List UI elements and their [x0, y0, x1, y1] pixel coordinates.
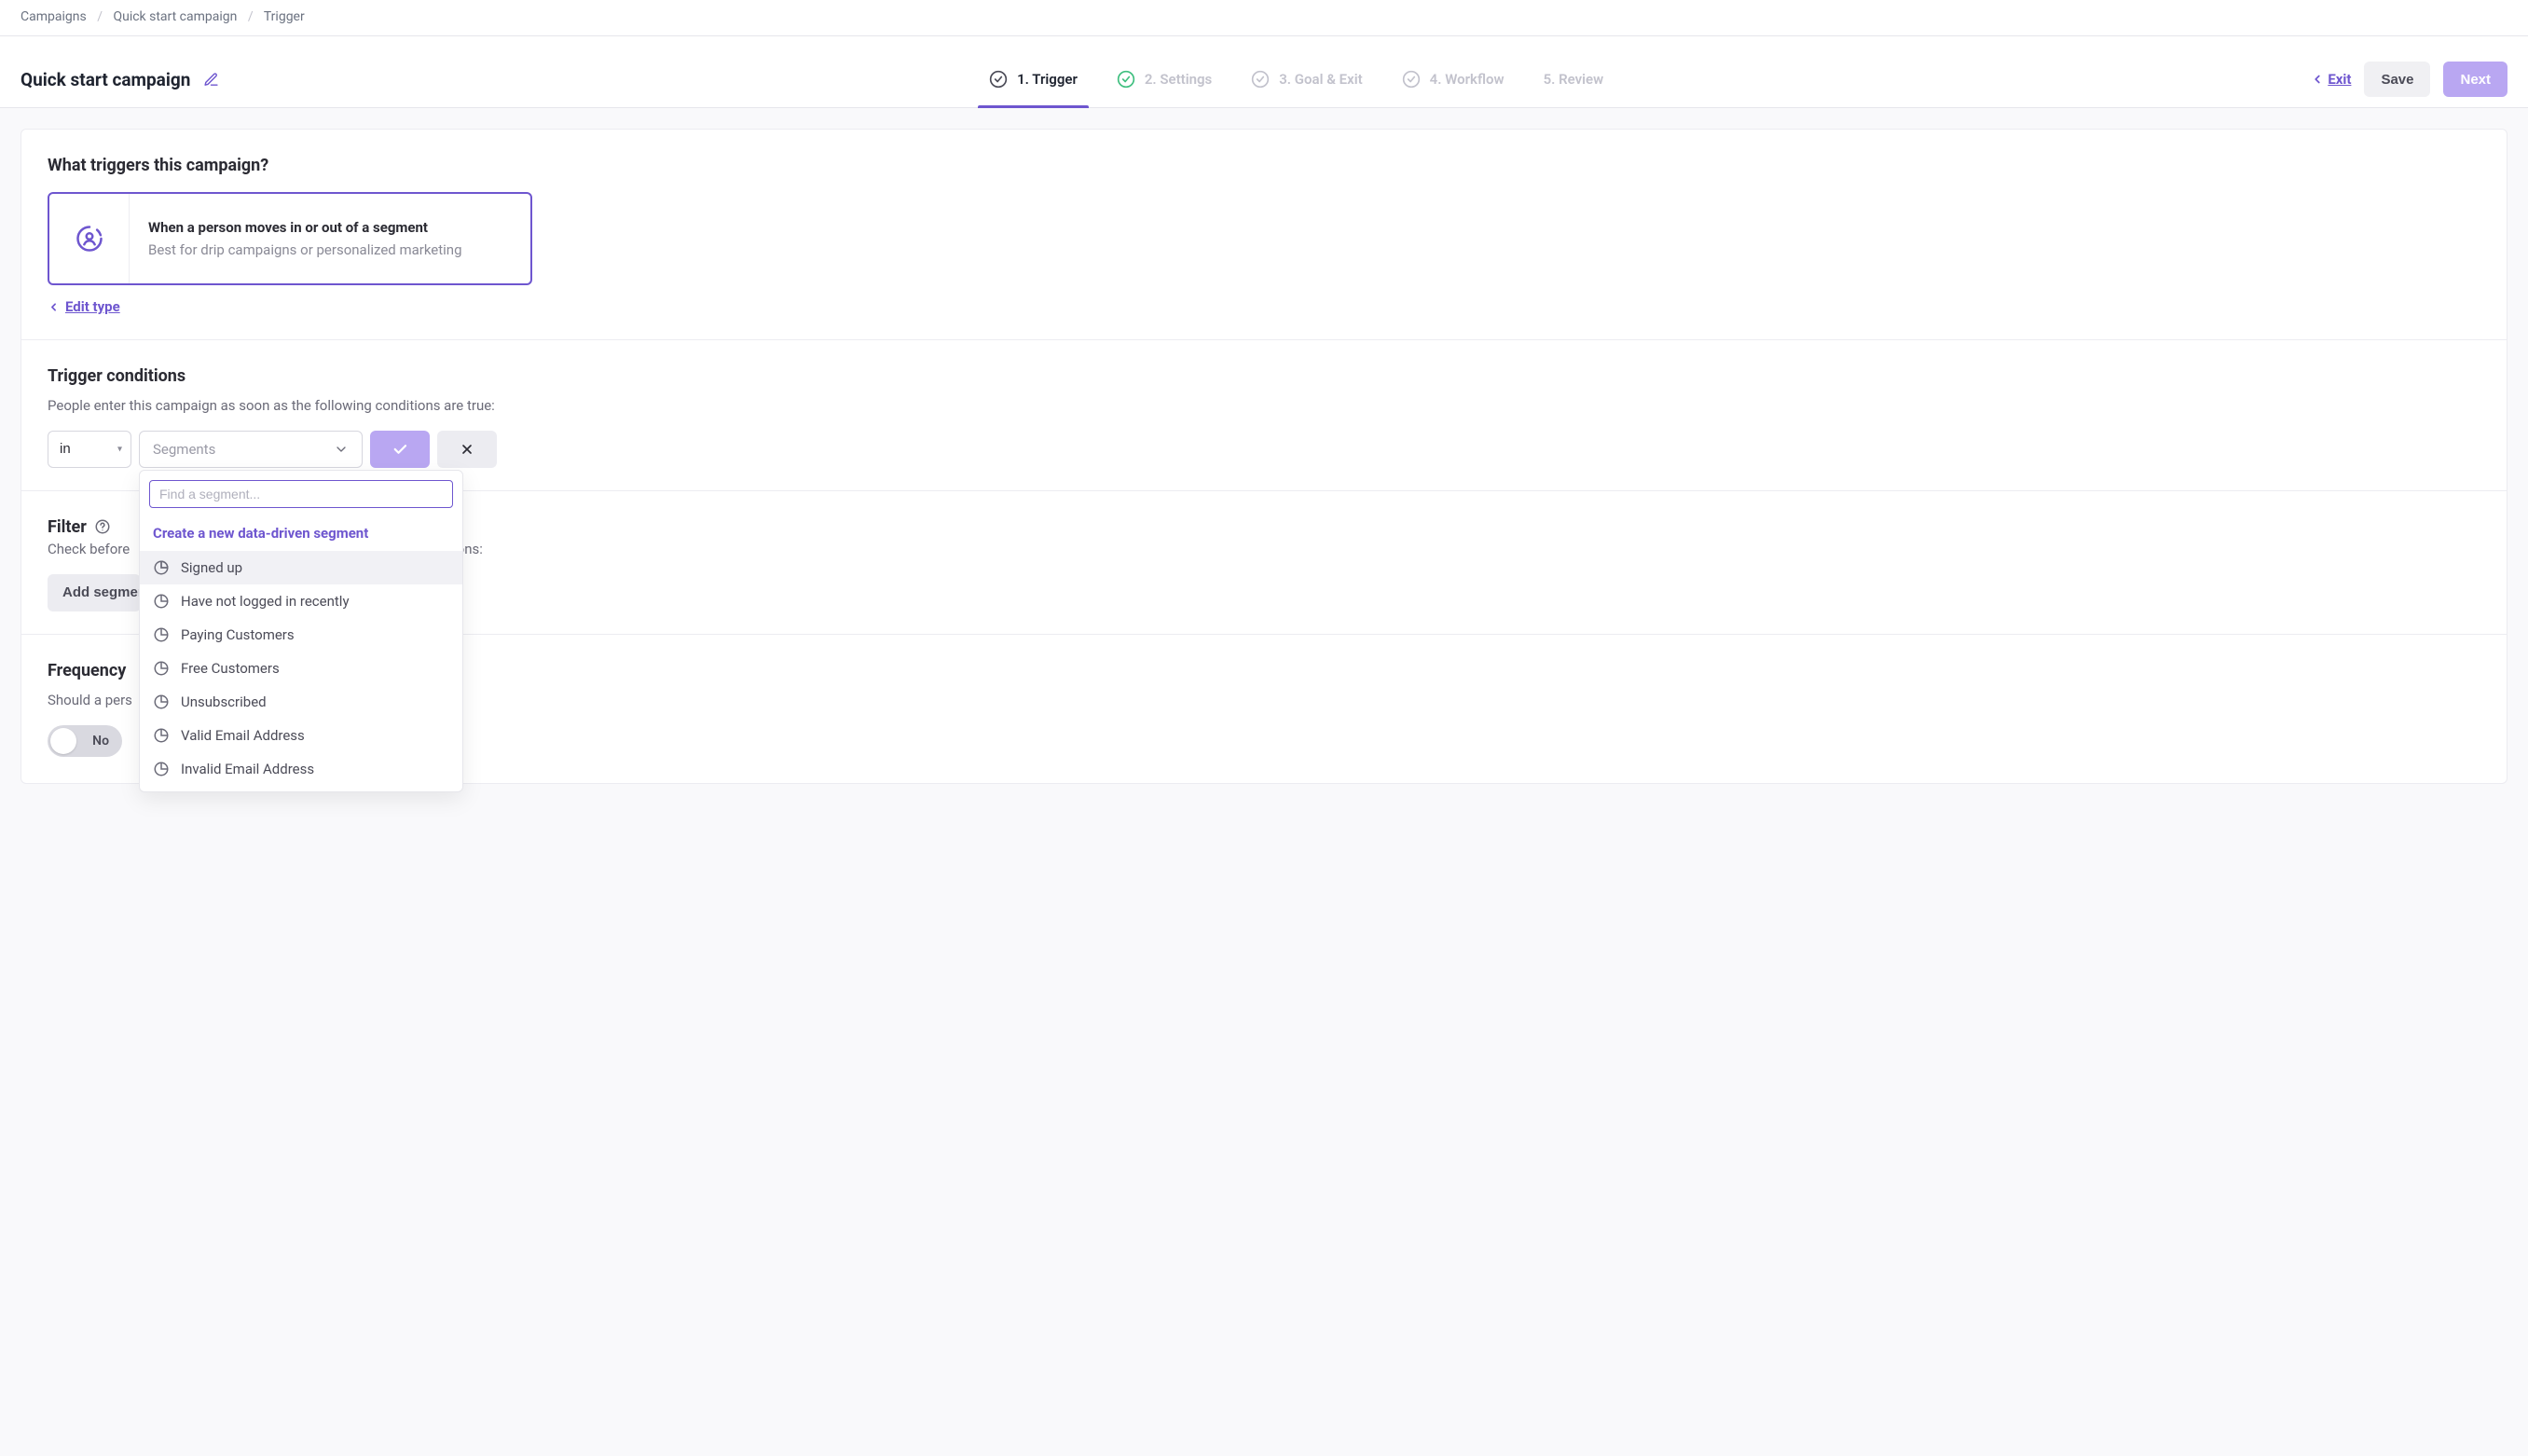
- check-circle-icon: [1251, 70, 1270, 89]
- segment-label: Valid Email Address: [181, 727, 305, 744]
- segment-option[interactable]: Have not logged in recently: [140, 584, 462, 618]
- segment-option[interactable]: Invalid Email Address: [140, 752, 462, 786]
- segments-popover: Create a new data-driven segment Signed …: [139, 470, 463, 792]
- section-title: What triggers this campaign?: [48, 156, 2480, 175]
- trigger-card-title: When a person moves in or out of a segme…: [148, 219, 462, 236]
- segment-label: Unsubscribed: [181, 694, 267, 710]
- stepper: 1. Trigger 2. Settings 3. Goal & Exit 4.…: [282, 51, 2311, 107]
- breadcrumb-separator: /: [97, 9, 103, 24]
- segment-icon: [153, 761, 170, 777]
- cancel-condition-button[interactable]: [437, 431, 497, 468]
- toggle-label: No: [92, 734, 109, 749]
- step-label: 4. Workflow: [1430, 71, 1504, 88]
- segment-option[interactable]: Unsubscribed: [140, 685, 462, 719]
- breadcrumb-separator: /: [248, 9, 254, 24]
- breadcrumb-item[interactable]: Quick start campaign: [113, 9, 237, 24]
- trigger-conditions-section: Trigger conditions People enter this cam…: [21, 340, 2507, 491]
- segment-label: Paying Customers: [181, 626, 295, 643]
- close-icon: [460, 442, 474, 457]
- step-review[interactable]: 5. Review: [1544, 51, 1604, 107]
- in-out-select[interactable]: in: [48, 431, 131, 468]
- segment-icon: [153, 727, 170, 744]
- trigger-card-subtitle: Best for drip campaigns or personalized …: [148, 241, 462, 258]
- step-label: 2. Settings: [1145, 71, 1212, 88]
- step-workflow[interactable]: 4. Workflow: [1402, 51, 1504, 107]
- edit-title-icon[interactable]: [203, 72, 219, 88]
- section-title: Filter: [48, 517, 87, 537]
- add-segment-condition-button[interactable]: Add segment condition: [48, 574, 141, 611]
- next-button[interactable]: Next: [2443, 62, 2507, 97]
- segment-icon: [153, 559, 170, 576]
- toggle-knob: [50, 728, 76, 754]
- segment-icon: [153, 593, 170, 610]
- check-circle-icon: [1402, 70, 1421, 89]
- step-label: 1. Trigger: [1017, 71, 1078, 88]
- chevron-down-icon: [334, 442, 349, 457]
- save-button[interactable]: Save: [2364, 62, 2430, 97]
- segment-option[interactable]: Valid Email Address: [140, 719, 462, 752]
- segment-icon: [153, 660, 170, 677]
- segment-label: Invalid Email Address: [181, 761, 314, 777]
- help-icon[interactable]: [94, 518, 111, 535]
- segment-search-input[interactable]: [149, 480, 453, 508]
- segment-icon: [153, 626, 170, 643]
- page-header: Quick start campaign 1. Trigger 2. Setti…: [0, 36, 2528, 108]
- edit-type-link[interactable]: Edit type: [48, 298, 120, 315]
- person-segment-icon: [76, 225, 103, 253]
- segment-icon: [153, 694, 170, 710]
- create-segment-link[interactable]: Create a new data-driven segment: [140, 515, 462, 551]
- trigger-type-card[interactable]: When a person moves in or out of a segme…: [48, 192, 532, 285]
- step-goal-exit[interactable]: 3. Goal & Exit: [1251, 51, 1362, 107]
- confirm-condition-button[interactable]: [370, 431, 430, 468]
- step-settings[interactable]: 2. Settings: [1117, 51, 1212, 107]
- segments-dropdown[interactable]: Segments: [139, 431, 363, 468]
- segment-label: Free Customers: [181, 660, 280, 677]
- breadcrumb-item[interactable]: Campaigns: [21, 9, 87, 24]
- segment-label: Signed up: [181, 559, 242, 576]
- section-title: Trigger conditions: [48, 366, 2480, 386]
- segment-option[interactable]: Signed up: [140, 551, 462, 584]
- campaign-title: Quick start campaign: [21, 69, 190, 90]
- segment-option[interactable]: Free Customers: [140, 652, 462, 685]
- segment-label: Have not logged in recently: [181, 593, 350, 610]
- step-trigger[interactable]: 1. Trigger: [989, 51, 1078, 107]
- chevron-left-icon: [2311, 73, 2324, 86]
- check-circle-icon: [1117, 70, 1135, 89]
- check-circle-icon: [989, 70, 1008, 89]
- step-label: 3. Goal & Exit: [1279, 71, 1362, 88]
- frequency-toggle[interactable]: No: [48, 725, 122, 757]
- chevron-left-icon: [48, 301, 60, 313]
- step-label: 5. Review: [1544, 71, 1604, 88]
- trigger-type-section: What triggers this campaign? When a pers…: [21, 130, 2507, 340]
- section-subtitle: People enter this campaign as soon as th…: [48, 397, 2480, 414]
- check-icon: [392, 441, 408, 458]
- segments-placeholder: Segments: [153, 441, 215, 458]
- breadcrumb: Campaigns / Quick start campaign / Trigg…: [0, 0, 2528, 36]
- segment-option[interactable]: Paying Customers: [140, 618, 462, 652]
- breadcrumb-item: Trigger: [264, 9, 305, 24]
- exit-link[interactable]: Exit: [2311, 71, 2351, 88]
